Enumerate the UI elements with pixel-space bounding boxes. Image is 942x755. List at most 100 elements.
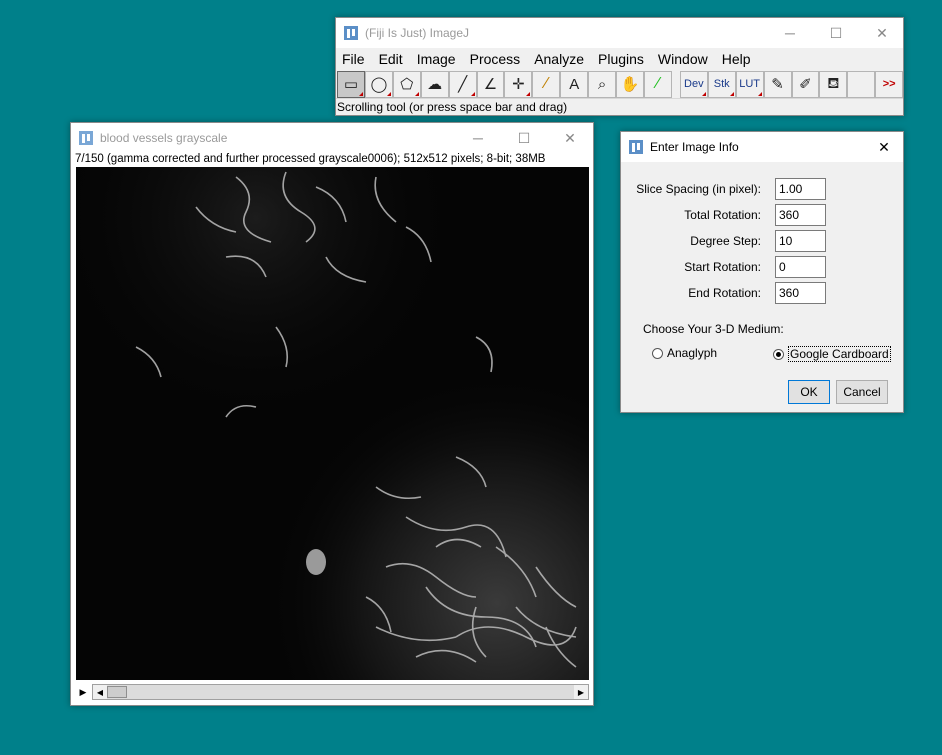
color-picker-icon[interactable]: ⁄ (643, 70, 672, 98)
field-slice-spacing: Slice Spacing (in pixel): (621, 178, 761, 200)
total-rotation-input[interactable]: 360 (775, 204, 826, 226)
line-tool-icon-glyph: ╱ (458, 76, 468, 93)
tool-bar: ▭ ◯ ⬠ ☁ ╱ ∠ ✛ ⁄ A ⌕ ✋ ⁄ Dev Stk LUT ✎ ✐ ⛾ >> (336, 70, 904, 98)
menu-help[interactable]: Help (722, 51, 751, 67)
menu-file[interactable]: File (342, 51, 365, 67)
polygon-select-icon-glyph: ⬠ (400, 76, 414, 93)
cancel-button[interactable]: Cancel (836, 380, 888, 404)
color-picker-icon-glyph: ⁄ (656, 75, 660, 92)
angle-tool-icon[interactable]: ∠ (476, 70, 505, 98)
medium-label: Choose Your 3-D Medium: (643, 322, 784, 336)
image-window: blood vessels grayscale ─ ☐ ✕ 7/150 (gam… (70, 122, 594, 706)
rectangle-select-icon-glyph: ▭ (343, 76, 359, 93)
hand-scroll-icon[interactable]: ✋ (616, 70, 644, 98)
line-tool-icon[interactable]: ╱ (448, 70, 477, 98)
stack-menu-icon-glyph: Stk (713, 78, 730, 90)
wand-tool-icon[interactable]: ⁄ (532, 70, 561, 98)
slice-spacing-input[interactable]: 1.00 (775, 178, 826, 200)
submenu-indicator-icon (414, 91, 419, 96)
image-window-title: blood vessels grayscale (100, 131, 228, 145)
submenu-indicator-icon (386, 91, 391, 96)
menu-window[interactable]: Window (658, 51, 708, 67)
magnifier-icon-glyph: ⌕ (597, 75, 607, 93)
end-rotation-label: End Rotation: (688, 286, 761, 300)
imagej-titlebar[interactable]: (Fiji Is Just) ImageJ ─ ☐ ✕ (336, 18, 903, 48)
blood-vessel-image (76, 167, 589, 680)
field-start-rotation: Start Rotation: (621, 256, 761, 278)
flood-fill-icon[interactable]: ⛾ (819, 70, 848, 98)
rectangle-select-icon[interactable]: ▭ (337, 70, 365, 98)
scroll-thumb[interactable] (107, 686, 127, 698)
point-tool-icon-glyph: ✛ (512, 76, 525, 93)
maximize-icon[interactable]: ☐ (501, 123, 547, 153)
field-degree-step: Degree Step: (621, 230, 761, 252)
stack-slice-scrollbar[interactable]: ◀ ▶ (92, 684, 589, 700)
oval-select-icon[interactable]: ◯ (364, 70, 393, 98)
enter-image-info-dialog: Enter Image Info ✕ Slice Spacing (in pix… (620, 131, 904, 413)
scroll-left-icon[interactable]: ◀ (93, 685, 107, 699)
text-tool-icon[interactable]: A (560, 70, 589, 98)
scroll-right-icon[interactable]: ▶ (574, 685, 588, 699)
freehand-select-icon[interactable]: ☁ (420, 70, 449, 98)
submenu-indicator-icon (757, 91, 762, 96)
angle-tool-icon-glyph: ∠ (483, 76, 498, 93)
radio-selected-icon[interactable] (773, 348, 784, 360)
maximize-icon[interactable]: ☐ (813, 18, 859, 48)
flood-fill-icon-glyph: ⛾ (827, 74, 840, 92)
field-total-rotation: Total Rotation: (621, 204, 761, 226)
menu-image[interactable]: Image (417, 51, 456, 67)
brush-tool-icon[interactable]: ✐ (791, 70, 820, 98)
more-tools-icon[interactable]: >> (875, 70, 904, 98)
menu-analyze[interactable]: Analyze (534, 51, 584, 67)
start-rotation-input[interactable]: 0 (775, 256, 826, 278)
polygon-select-icon[interactable]: ⬠ (392, 70, 421, 98)
fiji-logo-icon (344, 26, 358, 40)
menu-bar: File Edit Image Process Analyze Plugins … (336, 48, 903, 70)
dev-menu-icon[interactable]: Dev (679, 70, 708, 98)
fiji-logo-icon (629, 140, 643, 154)
radio-anaglyph[interactable]: Anaglyph (652, 346, 717, 360)
slice-spacing-label: Slice Spacing (in pixel): (636, 182, 761, 196)
ok-button[interactable]: OK (788, 380, 830, 404)
stack-menu-icon[interactable]: Stk (707, 70, 736, 98)
submenu-indicator-icon (701, 91, 706, 96)
close-icon[interactable]: ✕ (861, 132, 907, 162)
oval-select-icon-glyph: ◯ (370, 76, 388, 93)
point-tool-icon[interactable]: ✛ (504, 70, 533, 98)
minimize-icon[interactable]: ─ (767, 18, 813, 48)
imagej-main-window: (Fiji Is Just) ImageJ ─ ☐ ✕ File Edit Im… (335, 17, 904, 116)
close-icon[interactable]: ✕ (859, 18, 905, 48)
submenu-indicator-icon (358, 91, 363, 96)
radio-google-cardboard-label: Google Cardboard (788, 346, 891, 362)
degree-step-label: Degree Step: (690, 234, 761, 248)
menu-edit[interactable]: Edit (379, 51, 403, 67)
end-rotation-input[interactable]: 360 (775, 282, 826, 304)
menu-process[interactable]: Process (470, 51, 521, 67)
menu-plugins[interactable]: Plugins (598, 51, 644, 67)
freehand-select-icon-glyph: ☁ (427, 76, 443, 93)
radio-google-cardboard[interactable]: Google Cardboard (773, 346, 891, 362)
lut-menu-icon[interactable]: LUT (735, 70, 764, 98)
more-tools-icon-glyph: >> (882, 78, 896, 90)
image-info-line: 7/150 (gamma corrected and further proce… (75, 153, 546, 165)
fiji-logo-icon (79, 131, 93, 145)
brush-tool-icon-glyph: ✐ (799, 76, 812, 93)
text-tool-icon-glyph: A (569, 75, 580, 93)
radio-anaglyph-label: Anaglyph (667, 346, 718, 360)
image-window-titlebar[interactable]: blood vessels grayscale ─ ☐ ✕ (71, 123, 593, 153)
start-rotation-label: Start Rotation: (684, 260, 761, 274)
pencil-tool-icon-glyph: ✎ (771, 76, 784, 93)
stack-scroll-row: ▶ ◀ ▶ (76, 684, 589, 700)
close-icon[interactable]: ✕ (547, 123, 593, 153)
wand-tool-icon-glyph: ⁄ (544, 75, 548, 92)
degree-step-input[interactable]: 10 (775, 230, 826, 252)
minimize-icon[interactable]: ─ (455, 123, 501, 153)
radio-circle-icon[interactable] (652, 347, 663, 359)
blank-tool-icon[interactable] (847, 70, 876, 98)
pencil-tool-icon[interactable]: ✎ (763, 70, 792, 98)
dialog-titlebar[interactable]: Enter Image Info ✕ (621, 132, 903, 162)
field-end-rotation: End Rotation: (621, 282, 761, 304)
magnifier-icon[interactable]: ⌕ (588, 70, 617, 98)
image-canvas[interactable] (76, 167, 589, 680)
play-animation-icon[interactable]: ▶ (76, 684, 90, 700)
